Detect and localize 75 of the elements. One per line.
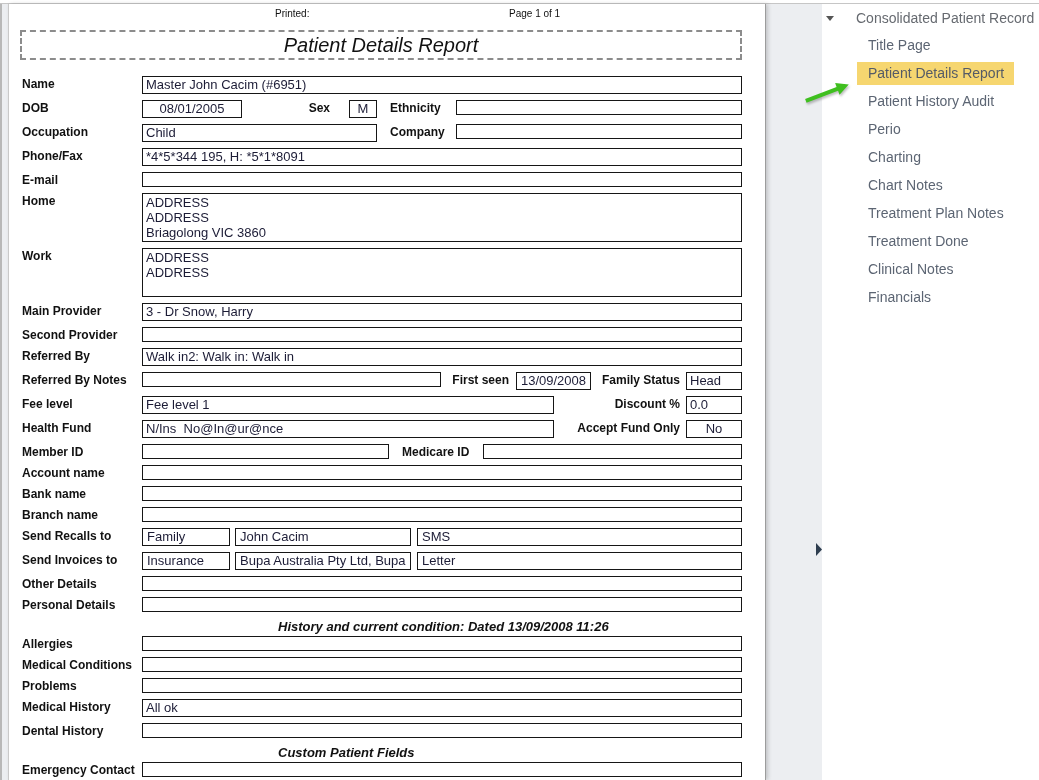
- caret-icon[interactable]: [826, 15, 834, 21]
- report-title: Patient Details Report: [20, 30, 742, 60]
- field-label: Main Provider: [22, 304, 102, 318]
- field-label: First seen: [452, 373, 509, 387]
- field-label: DOB: [22, 101, 49, 115]
- field-label: Send Invoices to: [22, 553, 118, 567]
- field-label: Send Recalls to: [22, 529, 112, 543]
- field-label: Family Status: [601, 373, 680, 387]
- field-label: Phone/Fax: [22, 149, 83, 163]
- tree-item[interactable]: Patient History Audit: [857, 90, 1005, 113]
- tree-item[interactable]: Treatment Done: [857, 230, 979, 253]
- field-label: E-mail: [22, 173, 58, 187]
- field-label: Fee level: [22, 397, 73, 411]
- value-field: John Cacim: [235, 528, 411, 546]
- value-field: Letter: [417, 552, 742, 570]
- value-field: 13/09/2008: [516, 372, 591, 390]
- address-field: ADDRESS ADDRESS: [142, 248, 742, 297]
- value-field: Master John Cacim (#6951): [142, 76, 742, 94]
- field-label: Allergies: [22, 637, 73, 651]
- field-label: Second Provider: [22, 328, 118, 342]
- value-field: N/Ins No@In@ur@nce: [142, 420, 554, 438]
- address-field: ADDRESS ADDRESS Briagolong VIC 3860: [142, 193, 742, 242]
- field-label: Personal Details: [22, 598, 116, 612]
- printed-label: Printed:: [275, 8, 310, 19]
- field-label: Work: [22, 249, 52, 263]
- value-field: Child: [142, 124, 377, 142]
- field-label: Dental History: [22, 724, 104, 738]
- field-label: Account name: [22, 466, 105, 480]
- tree-item[interactable]: Patient Details Report: [857, 62, 1015, 85]
- tree-item[interactable]: Financials: [857, 286, 942, 309]
- value-field: Fee level 1: [142, 396, 554, 414]
- field-label: Ethnicity: [390, 101, 441, 115]
- field-label: Referred By Notes: [22, 373, 127, 387]
- tree-item[interactable]: Clinical Notes: [857, 258, 964, 281]
- value-field: 08/01/2005: [142, 100, 242, 118]
- field-label: Branch name: [22, 508, 99, 522]
- field-label: Discount %: [614, 397, 680, 411]
- arrow-icon: [805, 83, 849, 103]
- field-label: Problems: [22, 679, 77, 693]
- value-field: Family: [142, 528, 230, 546]
- value-field: Head: [686, 372, 742, 390]
- value-field: *4*5*344 195, H: *5*1*8091: [142, 148, 742, 166]
- tree-item[interactable]: Charting: [857, 146, 931, 169]
- field-label: Sex: [308, 101, 330, 115]
- tree-node-label[interactable]: Consolidated Patient Record: [856, 9, 1035, 27]
- field-label: Medical Conditions: [22, 658, 132, 672]
- section-heading: Custom Patient Fields: [278, 745, 415, 760]
- tree-item[interactable]: Perio: [857, 118, 911, 141]
- field-label: Medical History: [22, 700, 111, 714]
- field-label: Member ID: [22, 445, 84, 459]
- field-label: Bank name: [22, 487, 87, 501]
- value-field: 3 - Dr Snow, Harry: [142, 303, 742, 321]
- value-field: Walk in2: Walk in: Walk in: [142, 348, 742, 366]
- section-heading: History and current condition: Dated 13/09/2008 11:26: [278, 619, 609, 634]
- field-label: Medicare ID: [402, 445, 470, 459]
- tree-item[interactable]: Chart Notes: [857, 174, 953, 197]
- page-number: Page 1 of 1: [509, 8, 561, 20]
- field-label: Occupation: [22, 125, 88, 139]
- field-label: Referred By: [22, 349, 91, 363]
- value-field: Insurance: [142, 552, 230, 570]
- value-field: 0.0: [686, 396, 742, 414]
- value-field: No: [686, 420, 742, 438]
- field-label: Emergency Contact: [22, 763, 135, 777]
- field-label: Accept Fund Only: [577, 421, 680, 435]
- value-field: SMS: [417, 528, 742, 546]
- tree-item[interactable]: Treatment Plan Notes: [857, 202, 1014, 225]
- value-field: M: [349, 100, 377, 118]
- value-field: All ok: [142, 699, 742, 717]
- field-label: Company: [390, 125, 445, 139]
- field-label: Name: [22, 77, 55, 91]
- field-label: Home: [22, 194, 56, 208]
- value-field: Bupa Australia Pty Ltd, Bupa: [235, 552, 411, 570]
- field-label: Health Fund: [22, 421, 92, 435]
- tree-item[interactable]: Title Page: [857, 34, 941, 57]
- field-label: Other Details: [22, 577, 97, 591]
